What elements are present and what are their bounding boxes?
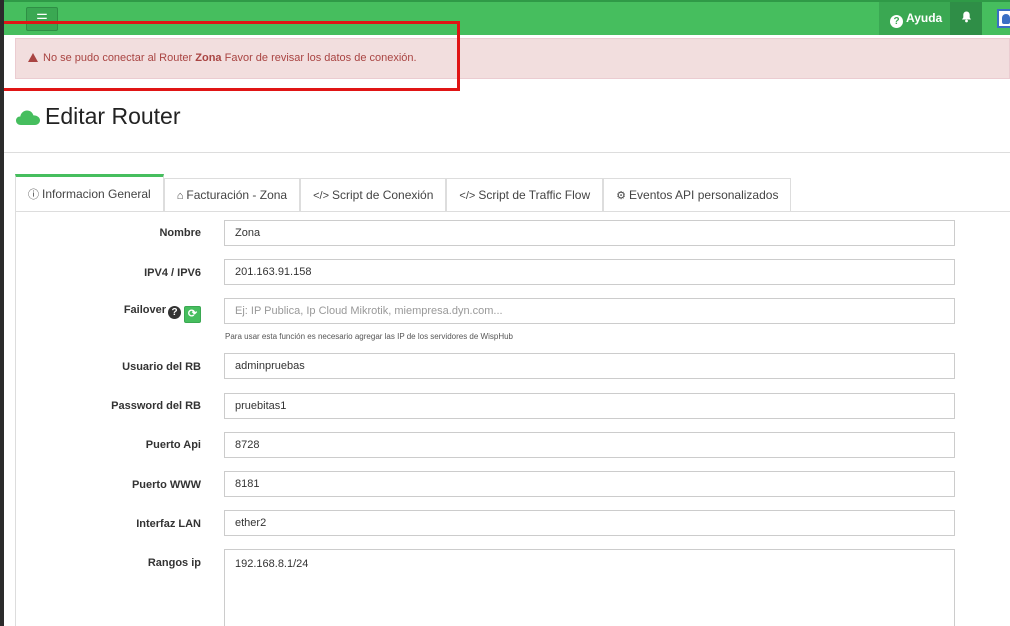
- code-icon: </>: [313, 190, 330, 202]
- info-icon: ⓘ: [28, 189, 39, 201]
- tab-script-traffic-flow[interactable]: </> Script de Traffic Flow: [446, 178, 604, 212]
- bell-icon: [961, 11, 971, 23]
- alert-router-name: Zona: [195, 52, 222, 64]
- password-input[interactable]: pruebitas1: [224, 393, 955, 419]
- help-button[interactable]: ? Ayuda: [879, 2, 950, 35]
- cloud-icon: [16, 110, 40, 125]
- failover-label: Failover: [123, 304, 166, 316]
- tab-label: Informacion General: [42, 187, 151, 201]
- alert-suffix: Favor de revisar los datos de conexión.: [224, 52, 417, 64]
- menu-toggle-button[interactable]: ☰: [26, 7, 58, 31]
- puerto-www-label: Puerto WWW: [131, 479, 201, 491]
- refresh-button[interactable]: ⟳: [184, 306, 201, 323]
- question-circle-icon[interactable]: ?: [168, 306, 181, 319]
- tab-eventos-api[interactable]: ⚙ Eventos API personalizados: [603, 178, 792, 212]
- rangos-label: Rangos ip: [147, 557, 201, 569]
- ip-label: IPV4 / IPV6: [144, 267, 201, 279]
- tab-label: Script de Traffic Flow: [478, 188, 591, 202]
- tab-label: Script de Conexión: [332, 188, 434, 202]
- tab-label: Eventos API personalizados: [629, 188, 779, 202]
- tab-informacion-general[interactable]: ⓘ Informacion General: [15, 174, 164, 212]
- title-divider: [4, 152, 1010, 153]
- tab-facturacion[interactable]: ⌂ Facturación - Zona: [163, 178, 301, 212]
- password-label: Password del RB: [111, 400, 201, 412]
- failover-help-text: Para usar esta función es necesario agre…: [225, 332, 514, 341]
- failover-input[interactable]: Ej: IP Publica, Ip Cloud Mikrotik, miemp…: [224, 298, 955, 324]
- nombre-input[interactable]: Zona: [224, 220, 955, 246]
- alert-prefix: No se pudo conectar al Router: [43, 52, 193, 64]
- router-tabs: ⓘ Informacion General ⌂ Facturación - Zona…: [15, 174, 792, 212]
- refresh-icon: ⟳: [187, 308, 198, 320]
- puerto-api-input[interactable]: 8728: [224, 432, 955, 458]
- interfaz-input[interactable]: ether2: [224, 510, 955, 536]
- rangos-textarea[interactable]: 192.168.8.1/24: [224, 549, 955, 626]
- puerto-www-input[interactable]: 8181: [224, 471, 955, 497]
- warning-icon: [28, 53, 38, 62]
- nombre-label: Nombre: [159, 227, 201, 239]
- form-panel: Nombre Zona IPV4 / IPV6 201.163.91.158 F…: [15, 212, 1010, 626]
- tab-label: Facturación - Zona: [186, 188, 288, 202]
- app-frame: ☰ ? Ayuda No se pudo conectar al Router Z…: [4, 0, 1010, 626]
- gear-icon: ⚙: [616, 190, 627, 202]
- usuario-input[interactable]: adminpruebas: [224, 353, 955, 379]
- home-icon: ⌂: [176, 190, 184, 202]
- failover-label-row: Failover? ⟳: [16, 304, 201, 323]
- help-label: Ayuda: [906, 11, 943, 25]
- top-navbar: ☰ ? Ayuda: [4, 0, 1010, 35]
- usuario-label: Usuario del RB: [122, 361, 201, 373]
- question-circle-icon: ?: [890, 15, 903, 28]
- user-avatar[interactable]: [997, 9, 1010, 28]
- interfaz-label: Interfaz LAN: [136, 518, 201, 530]
- ip-input[interactable]: 201.163.91.158: [224, 259, 955, 285]
- bars-icon: ☰: [36, 11, 48, 26]
- notifications-button[interactable]: [950, 2, 982, 35]
- code-icon: </>: [459, 190, 476, 202]
- puerto-api-label: Puerto Api: [145, 439, 201, 451]
- page-title: Editar Router: [45, 103, 181, 129]
- tab-script-conexion[interactable]: </> Script de Conexión: [300, 178, 447, 212]
- connection-error-alert: No se pudo conectar al Router Zona Favor…: [15, 38, 1010, 79]
